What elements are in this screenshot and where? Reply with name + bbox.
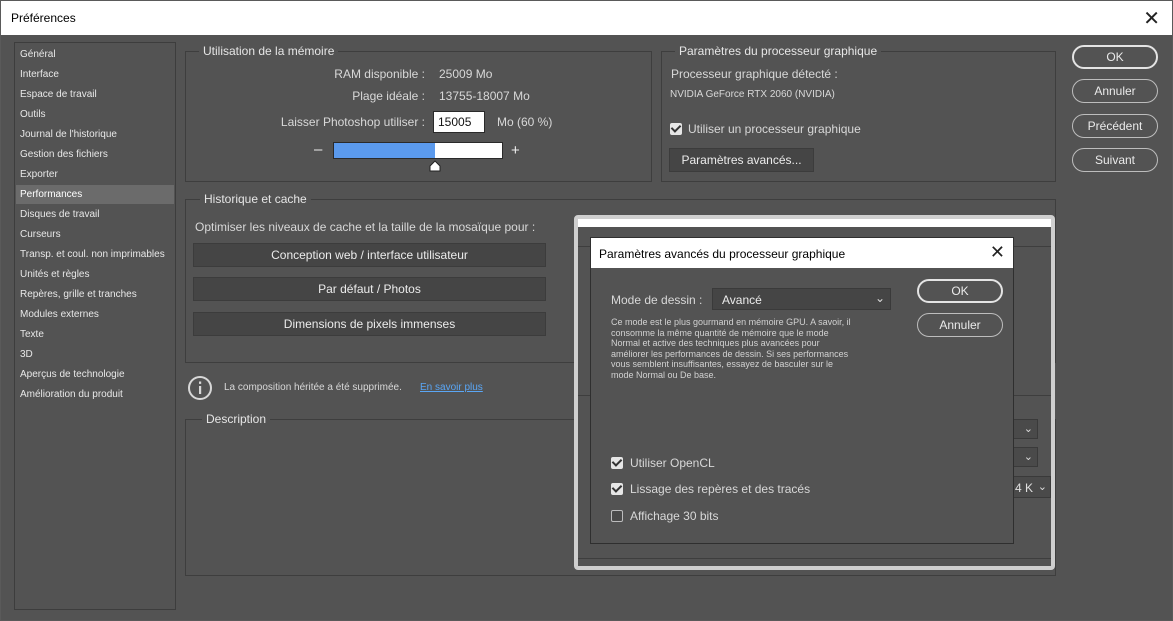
chevron-down-icon: ⌄ (1037, 481, 1047, 493)
antialias-guides-label: Lissage des repères et des tracés (630, 482, 811, 496)
antialias-guides-checkbox[interactable] (611, 483, 623, 495)
sidebar-item-tools[interactable]: Outils (16, 105, 174, 124)
dialog-cancel-button[interactable]: Annuler (917, 313, 1003, 337)
optimize-cache-label: Optimiser les niveaux de cache et la tai… (195, 220, 536, 234)
slider-thumb-icon[interactable] (429, 160, 441, 172)
hidden-tile-size-dropdown[interactable]: 4 K ⌄ (1008, 476, 1051, 498)
use-gpu-label: Utiliser un processeur graphique (688, 122, 861, 136)
decrease-icon[interactable]: – (314, 141, 322, 158)
description-line: Normal et active des techniques plus ava… (611, 338, 820, 348)
ram-label: RAM disponible : (334, 67, 425, 81)
opencl-label: Utiliser OpenCL (630, 456, 715, 470)
ok-button[interactable]: OK (1072, 45, 1158, 69)
memory-slider-track[interactable] (333, 142, 503, 159)
memory-slider-fill (334, 143, 435, 158)
description-line: vous semblent insuffisantes, essayez de … (611, 359, 833, 369)
description-line: consomme la même quantité de mémoire que… (611, 327, 829, 338)
advanced-gpu-dialog: Paramètres avancés du processeur graphiq… (590, 237, 1014, 544)
preferences-window: Préférences ✕ Général Interface Espace d… (0, 0, 1173, 621)
close-icon[interactable]: ✕ (1143, 6, 1160, 31)
web-ui-design-button[interactable]: Conception web / interface utilisateur (193, 243, 546, 267)
let-photoshop-use-label: Laisser Photoshop utiliser : (280, 115, 425, 129)
history-cache-title: Historique et cache (200, 192, 311, 206)
sidebar-item-units[interactable]: Unités et règles (16, 265, 174, 284)
dialog-title-bar: Paramètres avancés du processeur graphiq… (591, 238, 1013, 268)
drawing-mode-select[interactable]: Avancé ⌄ (712, 288, 891, 310)
drawing-mode-description: Ce mode est le plus gourmand en mémoire … (611, 317, 891, 380)
sidebar-item-3d[interactable]: 3D (16, 345, 174, 364)
underlying-bottom-border (578, 558, 1051, 566)
sidebar-item-transparency[interactable]: Transp. et coul. non imprimables (16, 245, 174, 264)
highlight-frame-top-strip (578, 219, 1051, 227)
advanced-settings-button[interactable]: Paramètres avancés... (669, 148, 814, 172)
ram-value: 25009 Mo (439, 67, 493, 81)
dialog-ok-button[interactable]: OK (917, 279, 1003, 303)
previous-button[interactable]: Précédent (1072, 114, 1158, 138)
memory-amount-input[interactable] (433, 111, 485, 133)
sidebar-item-guides[interactable]: Repères, grille et tranches (16, 285, 174, 304)
sidebar: Général Interface Espace de travail Outi… (14, 42, 176, 610)
sidebar-item-file-handling[interactable]: Gestion des fichiers (16, 145, 174, 164)
sidebar-item-workspace[interactable]: Espace de travail (16, 85, 174, 104)
sidebar-item-interface[interactable]: Interface (16, 65, 174, 84)
ideal-range-label: Plage idéale : (352, 89, 425, 103)
sidebar-item-performance[interactable]: Performances (16, 185, 174, 204)
opencl-checkbox[interactable] (611, 457, 623, 469)
learn-more-link[interactable]: En savoir plus (420, 382, 483, 393)
title-bar: Préférences ✕ (1, 1, 1172, 35)
dialog-title: Paramètres avancés du processeur graphiq… (599, 247, 846, 261)
description-line: améliorer les performances de dessin. Si… (611, 348, 849, 359)
tile-size-value: 4 K (1015, 481, 1034, 495)
sidebar-item-general[interactable]: Général (16, 45, 174, 64)
sidebar-item-type[interactable]: Texte (16, 325, 174, 344)
chevron-down-icon: ⌄ (874, 291, 885, 305)
display-30bit-label: Affichage 30 bits (630, 509, 719, 523)
ideal-range-value: 13755-18007 Mo (439, 89, 530, 103)
sidebar-item-tech-previews[interactable]: Aperçus de technologie (16, 365, 174, 384)
gpu-detected-value: NVIDIA GeForce RTX 2060 (NVIDIA) (670, 89, 835, 100)
chevron-down-icon: ⌄ (1023, 423, 1033, 435)
use-gpu-checkbox[interactable] (670, 123, 682, 135)
info-icon (188, 376, 212, 400)
next-button[interactable]: Suivant (1072, 148, 1158, 172)
huge-pixel-dimensions-button[interactable]: Dimensions de pixels immenses (193, 312, 546, 336)
sidebar-item-plugins[interactable]: Modules externes (16, 305, 174, 324)
description-title: Description (202, 412, 271, 426)
drawing-mode-label: Mode de dessin : (611, 293, 703, 307)
window-title: Préférences (11, 11, 76, 25)
sidebar-item-history-log[interactable]: Journal de l'historique (16, 125, 174, 144)
increase-icon[interactable]: + (511, 142, 520, 159)
drawing-mode-value: Avancé (722, 293, 762, 307)
cancel-button[interactable]: Annuler (1072, 79, 1158, 103)
sidebar-item-cursors[interactable]: Curseurs (16, 225, 174, 244)
memory-group-title: Utilisation de la mémoire (199, 44, 339, 58)
memory-unit-label: Mo (60 %) (497, 115, 553, 129)
legacy-compositing-notice: La composition héritée a été supprimée. (224, 382, 402, 393)
gpu-group-title: Paramètres du processeur graphique (675, 44, 882, 58)
description-line: Ce mode est le plus gourmand en mémoire … (611, 317, 851, 327)
gpu-detected-label: Processeur graphique détecté : (671, 67, 838, 81)
dialog-close-icon[interactable]: ✕ (990, 242, 1005, 263)
sidebar-item-product-improvement[interactable]: Amélioration du produit (16, 385, 174, 404)
chevron-down-icon: ⌄ (1023, 451, 1033, 463)
default-photos-button[interactable]: Par défaut / Photos (193, 277, 546, 301)
sidebar-item-scratch-disks[interactable]: Disques de travail (16, 205, 174, 224)
sidebar-item-export[interactable]: Exporter (16, 165, 174, 184)
display-30bit-checkbox[interactable] (611, 510, 623, 522)
description-line: mode Normal ou De base. (611, 369, 717, 380)
